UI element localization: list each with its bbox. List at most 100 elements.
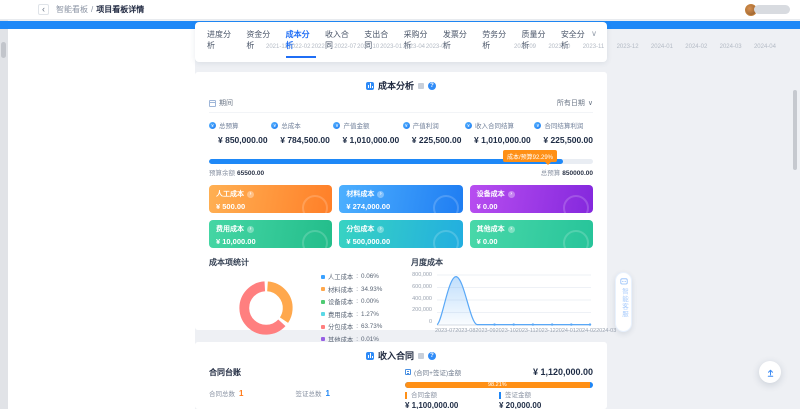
legend-dot bbox=[321, 312, 325, 316]
budget-remaining: 预算余额65500.00 bbox=[209, 167, 264, 177]
budget-progress-labels: 预算余额65500.00 总预算850000.00 bbox=[209, 167, 593, 177]
date-tick: 2024-04 bbox=[754, 44, 776, 50]
help-icon[interactable]: ? bbox=[428, 352, 436, 360]
stat-value: 1 bbox=[325, 389, 329, 398]
legend-dot bbox=[321, 337, 325, 341]
x-tick: 2023-10 bbox=[496, 328, 516, 334]
date-tick: 2023-11 bbox=[583, 44, 605, 50]
date-tick: 2022-04 bbox=[311, 44, 333, 50]
legend-pct: 63.73% bbox=[361, 323, 382, 330]
legend-item: 设备成本:0.00% bbox=[321, 297, 382, 306]
y-tick: 200,000 bbox=[412, 307, 432, 313]
arrow-right-icon: › bbox=[377, 226, 384, 233]
arrow-right-icon: › bbox=[508, 226, 515, 233]
x-tick: 2024-03 bbox=[596, 328, 616, 334]
cost-card-label: 费用成本 bbox=[216, 224, 244, 234]
background-panel bbox=[8, 29, 195, 409]
card-labor-cost[interactable]: 人工成本 › ¥ 500.00 bbox=[209, 185, 332, 213]
left-scrollbar-thumb[interactable] bbox=[1, 42, 6, 58]
cost-card-label: 其他成本 bbox=[477, 224, 505, 234]
donut-chart-title: 成本项统计 bbox=[209, 257, 401, 268]
monthly-cost-area-chart bbox=[435, 271, 593, 327]
monthly-y-axis: 800,000 600,000 400,000 200,000 0 bbox=[411, 271, 435, 325]
kpi-label: 产值利润 bbox=[413, 120, 439, 130]
tab-progress-analysis[interactable]: 进度分析 bbox=[207, 29, 237, 58]
income-contract-card: 收入合同 ? 合同台账 合同总数1 签证总数1 (合同+签证 bbox=[195, 342, 607, 409]
kpi-value: ¥ 784,500.00 bbox=[271, 135, 330, 145]
service-helper-tab[interactable]: 智能客服 bbox=[615, 272, 632, 332]
cost-analysis-card: 成本分析 ? 期间 所有日期 ∨ 总预算 ¥ 850,000.00 总成本 ¥ … bbox=[195, 72, 607, 330]
page-scrollbar-thumb[interactable] bbox=[793, 90, 797, 170]
stat-value: 1 bbox=[239, 389, 243, 398]
card-expense-cost[interactable]: 费用成本 › ¥ 10,000.00 bbox=[209, 220, 332, 248]
app-header: ‹ 智能看板 / 项目看板详情 bbox=[0, 0, 800, 20]
y-tick: 600,000 bbox=[412, 284, 432, 290]
monthly-cost-block: 月度成本 800,000 600,000 400,000 200,000 0 bbox=[401, 257, 593, 344]
back-button[interactable]: ‹ bbox=[38, 4, 49, 15]
card-other-cost[interactable]: 其他成本 › ¥ 0.00 bbox=[470, 220, 593, 248]
background-axis-dates-left: 2021-11 2022-02 2022-04 2022-07 2022-10 … bbox=[266, 44, 448, 50]
period-label: 期间 bbox=[219, 98, 233, 108]
legend-dot bbox=[321, 287, 325, 291]
cost-card-value: ¥ 0.00 bbox=[477, 237, 586, 246]
contract-amount-legend: 合同金额 ¥ 1,100,000.00 bbox=[405, 392, 499, 409]
card-subcontract-cost[interactable]: 分包成本 › ¥ 500,000.00 bbox=[339, 220, 462, 248]
cost-kpi-row: 总预算 ¥ 850,000.00 总成本 ¥ 784,500.00 产值金额 ¥… bbox=[209, 120, 593, 145]
legend-label: 人工成本 bbox=[328, 272, 353, 281]
card-equipment-cost[interactable]: 设备成本 › ¥ 0.00 bbox=[470, 185, 593, 213]
arrow-right-icon: › bbox=[247, 226, 254, 233]
contract-amount-block: (合同+签证)金额 ¥ 1,120,000.00 98.21% 合同金额 ¥ 1… bbox=[405, 367, 593, 409]
yen-icon bbox=[209, 122, 216, 129]
contract-bar-fill: 98.21% bbox=[405, 382, 590, 388]
ledger-title: 合同台账 bbox=[209, 367, 405, 378]
legend-value: ¥ 1,100,000.00 bbox=[405, 401, 499, 409]
y-tick: 800,000 bbox=[412, 272, 432, 278]
yen-icon bbox=[465, 122, 472, 129]
yen-icon bbox=[333, 122, 340, 129]
legend-dot bbox=[321, 325, 325, 329]
x-tick: 2024-01 bbox=[556, 328, 576, 334]
cost-card-label: 设备成本 bbox=[477, 189, 505, 199]
tab-labor-analysis[interactable]: 劳务分析 bbox=[482, 29, 512, 58]
legend-pct: 1.27% bbox=[361, 311, 379, 318]
arrow-right-icon: › bbox=[247, 191, 254, 198]
cost-donut-chart bbox=[235, 277, 297, 339]
kpi-value: ¥ 1,010,000.00 bbox=[465, 135, 531, 145]
date-tick: 2024-02 bbox=[685, 44, 707, 50]
pin-icon bbox=[418, 353, 424, 359]
breadcrumb-separator: / bbox=[91, 5, 93, 14]
legend-dot bbox=[321, 275, 325, 279]
budget-remaining-value: 65500.00 bbox=[237, 170, 264, 177]
background-axis-dates-right: 2023-09 2023-10 2023-11 2023-12 2024-01 … bbox=[514, 44, 776, 50]
kpi-value: ¥ 225,500.00 bbox=[403, 135, 462, 145]
card-material-cost[interactable]: 材料成本 › ¥ 274,000.00 bbox=[339, 185, 462, 213]
kpi-output-profit: 产值利润 ¥ 225,500.00 bbox=[403, 120, 462, 145]
date-tick: 2021-11 bbox=[266, 44, 288, 50]
breadcrumb-root[interactable]: 智能看板 bbox=[56, 4, 88, 15]
contract-visa-bar: 98.21% bbox=[405, 382, 593, 388]
help-icon[interactable]: ? bbox=[428, 82, 436, 90]
left-scrollbar-track[interactable] bbox=[0, 20, 8, 409]
chart-icon bbox=[366, 82, 374, 90]
chevron-down-icon[interactable]: ∨ bbox=[591, 29, 597, 38]
back-to-top-button[interactable] bbox=[759, 361, 781, 383]
date-tick: 2023-04 bbox=[403, 44, 425, 50]
legend-label: 材料成本 bbox=[328, 285, 353, 294]
username-pill[interactable] bbox=[754, 5, 790, 14]
legend-item: 材料成本:34.93% bbox=[321, 285, 382, 294]
stat-label: 签证总数 bbox=[295, 391, 321, 398]
chat-bubble-icon bbox=[620, 278, 628, 286]
x-tick: 2023-11 bbox=[516, 328, 536, 334]
kpi-label: 合同结算利润 bbox=[544, 120, 583, 130]
chevron-down-icon: ∨ bbox=[588, 99, 593, 107]
legend-label: 设备成本 bbox=[328, 297, 353, 306]
date-range-filter[interactable]: 所有日期 ∨ bbox=[557, 98, 593, 108]
legend-item: 分包成本:63.73% bbox=[321, 322, 382, 331]
yen-icon bbox=[271, 122, 278, 129]
y-tick: 400,000 bbox=[412, 296, 432, 302]
visa-amount-legend: 签证金额 ¥ 20,000.00 bbox=[499, 392, 593, 409]
donut-legend: 人工成本:0.06% 材料成本:34.93% 设备成本:0.00% 费用成本:1… bbox=[321, 272, 382, 344]
legend-pct: 0.06% bbox=[361, 273, 379, 280]
arrow-right-icon: › bbox=[508, 191, 515, 198]
cost-card-label: 人工成本 bbox=[216, 189, 244, 199]
